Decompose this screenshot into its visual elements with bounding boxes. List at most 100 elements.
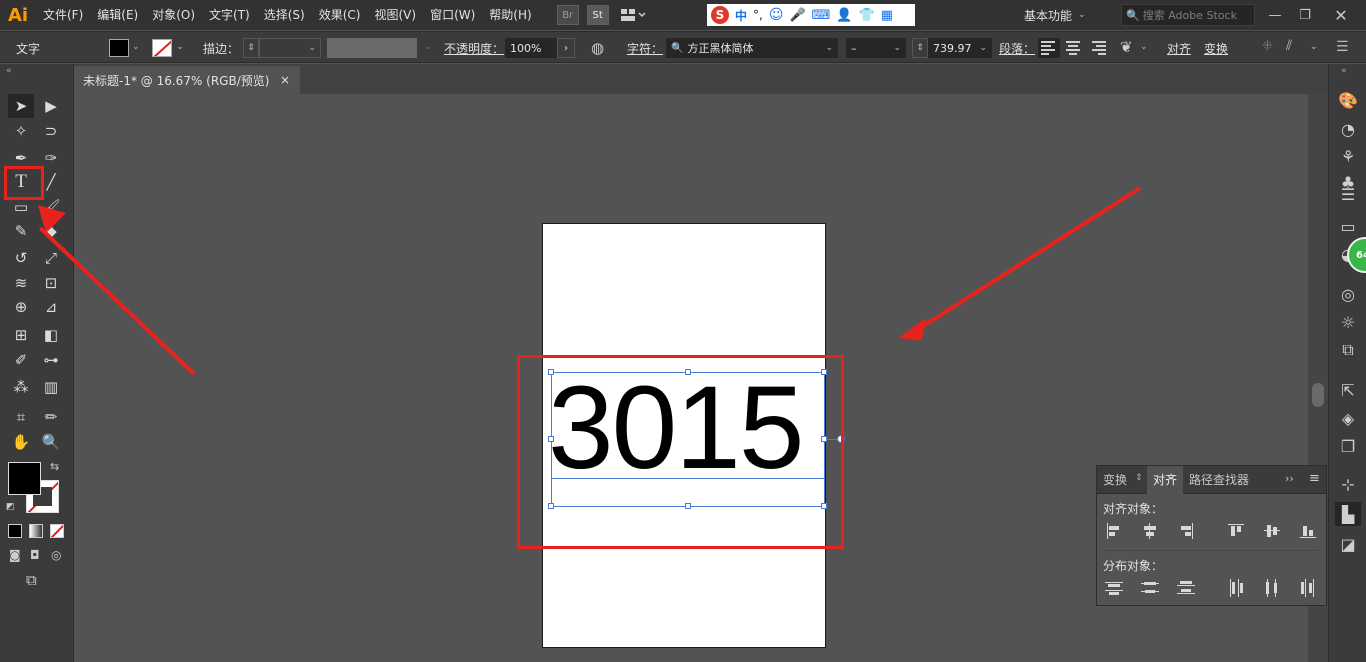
free-transform-tool-icon[interactable]: ⊡ <box>38 271 64 295</box>
gradient-panel-icon[interactable]: ▭ <box>1335 214 1361 238</box>
perspective-grid-tool-icon[interactable]: ⊿ <box>38 295 64 319</box>
selection-tool-icon[interactable]: ➤ <box>8 94 34 118</box>
align-right-edges-icon[interactable] <box>1177 522 1195 540</box>
tab-align[interactable]: 对齐 <box>1147 466 1184 494</box>
expand-panels-icon[interactable]: « <box>1341 66 1347 76</box>
arrange-documents-icon[interactable] <box>617 5 651 25</box>
fill-color-box[interactable] <box>8 462 41 495</box>
document-tab[interactable]: 未标题-1* @ 16.67% (RGB/预览) × <box>74 66 300 94</box>
font-style-select[interactable]: – ⌄ <box>846 38 906 58</box>
align-center-button[interactable] <box>1062 38 1084 58</box>
ime-mode[interactable]: 中 <box>735 7 747 24</box>
align-panel-icon[interactable]: ▙ <box>1335 502 1361 526</box>
color-panel-icon[interactable]: 🎨 <box>1335 88 1361 112</box>
menu-view[interactable]: 视图(V) <box>367 0 423 30</box>
menu-object[interactable]: 对象(O) <box>145 0 202 30</box>
restore-button[interactable]: ❐ <box>1290 0 1320 30</box>
transform-link[interactable]: 变换 <box>1204 40 1228 57</box>
shaper-tool-icon[interactable]: ✎ <box>8 219 34 243</box>
panel-menu-icon[interactable]: ☰ <box>1336 39 1349 55</box>
graphic-styles-icon[interactable]: ⧉ <box>1335 338 1361 362</box>
export-asset-icon[interactable]: ⇱ <box>1335 378 1361 402</box>
opacity-expand-button[interactable]: › <box>557 38 575 58</box>
variable-width-profile[interactable] <box>327 38 417 58</box>
collapse-toolbar-icon[interactable]: « <box>6 66 12 76</box>
draw-normal-icon[interactable]: ◙ <box>9 548 21 562</box>
gradient-mode-icon[interactable] <box>29 524 43 538</box>
stroke-panel-icon[interactable]: ☰ <box>1335 182 1361 206</box>
minimize-button[interactable]: — <box>1260 0 1290 30</box>
default-colors-icon[interactable]: ◩ <box>6 502 15 512</box>
creative-cloud-icon[interactable]: ◎ <box>1335 282 1361 306</box>
symbol-sprayer-tool-icon[interactable]: ⁂ <box>8 375 34 399</box>
fill-chevron-icon[interactable]: ⌄ <box>132 42 140 52</box>
microphone-icon[interactable]: 🎤 <box>789 8 805 23</box>
distribute-vertical-centers-icon[interactable] <box>1141 579 1159 597</box>
slice-tool-icon[interactable]: ✏ <box>38 405 64 429</box>
opacity-label[interactable]: 不透明度： <box>444 40 504 57</box>
color-guide-icon[interactable]: ◔ <box>1335 117 1361 141</box>
tab-pathfinder[interactable]: 路径查找器 <box>1183 466 1255 494</box>
pathfinder-panel-icon[interactable]: ◪ <box>1335 532 1361 556</box>
layers-panel-icon[interactable]: ◈ <box>1335 406 1361 430</box>
menu-file[interactable]: 文件(F) <box>36 0 90 30</box>
arrange-icon[interactable]: ⫽ <box>1286 38 1292 54</box>
color-mode-icon[interactable] <box>8 524 22 538</box>
stroke-weight-field[interactable]: ⌄ <box>259 38 321 58</box>
workspace-switcher[interactable]: 基本功能 ⌄ <box>1024 0 1086 30</box>
isolate-icon[interactable]: ⁜ <box>1262 39 1273 54</box>
font-size-stepper[interactable]: ⇕ <box>912 38 928 58</box>
stock-button[interactable]: St <box>586 5 609 25</box>
align-vertical-centers-icon[interactable] <box>1263 522 1281 540</box>
distribute-horizontal-centers-icon[interactable] <box>1263 579 1281 597</box>
keyboard-icon[interactable]: ⌨ <box>812 8 831 23</box>
ime-toolbar[interactable]: S 中 °, ☺ 🎤 ⌨ 👤 👕 ▦ <box>707 4 915 26</box>
align-right-button[interactable] <box>1087 38 1109 58</box>
align-bottom-edges-icon[interactable] <box>1299 522 1317 540</box>
distribute-top-icon[interactable] <box>1105 579 1123 597</box>
align-top-edges-icon[interactable] <box>1227 522 1245 540</box>
align-link[interactable]: 对齐 <box>1167 40 1191 57</box>
panel-menu-icon[interactable]: ≡ <box>1309 471 1320 486</box>
shape-builder-tool-icon[interactable]: ⊕ <box>8 295 34 319</box>
menu-edit[interactable]: 编辑(E) <box>90 0 145 30</box>
skin-icon[interactable]: 👕 <box>859 8 875 23</box>
artboards-panel-icon[interactable]: ❐ <box>1335 434 1361 458</box>
hand-tool-icon[interactable]: ✋ <box>8 430 34 454</box>
character-label[interactable]: 字符： <box>627 40 663 57</box>
user-icon[interactable]: 👤 <box>836 8 852 23</box>
align-horizontal-centers-icon[interactable] <box>1141 522 1159 540</box>
zoom-tool-icon[interactable]: 🔍 <box>38 430 64 454</box>
text-options-chevron-icon[interactable]: ⌄ <box>1140 42 1148 52</box>
text-options-icon[interactable]: ❦ <box>1120 38 1133 56</box>
paragraph-label[interactable]: 段落： <box>999 40 1035 57</box>
rotate-tool-icon[interactable]: ↺ <box>8 246 34 270</box>
column-graph-tool-icon[interactable]: ▥ <box>38 375 64 399</box>
eyedropper-tool-icon[interactable]: ✐ <box>8 348 34 372</box>
scrollbar-thumb[interactable] <box>1312 383 1324 407</box>
close-window-button[interactable]: ✕ <box>1326 0 1356 30</box>
screen-mode-icon[interactable]: ⧉ <box>26 571 37 589</box>
appearance-panel-icon[interactable]: ☼ <box>1335 310 1361 334</box>
close-tab-icon[interactable]: × <box>280 73 290 87</box>
transform-panel-icon[interactable]: ⊹ <box>1335 472 1361 496</box>
menu-select[interactable]: 选择(S) <box>257 0 312 30</box>
menu-type[interactable]: 文字(T) <box>202 0 257 30</box>
bridge-button[interactable]: Br <box>556 5 579 25</box>
opacity-field[interactable]: 100% <box>505 38 557 58</box>
distribute-bottom-icon[interactable] <box>1177 579 1195 597</box>
fill-color-swatch[interactable] <box>109 39 129 57</box>
arrange-chevron-icon[interactable]: ⌄ <box>1310 42 1318 52</box>
swap-colors-icon[interactable]: ⇆ <box>50 460 59 473</box>
artboard-tool-icon[interactable]: ⌗ <box>8 405 34 429</box>
stroke-color-swatch[interactable] <box>152 39 172 57</box>
tab-stepper-icon[interactable]: ⇕ <box>1135 473 1143 483</box>
menu-window[interactable]: 窗口(W) <box>423 0 482 30</box>
recolor-artwork-icon[interactable]: ◍ <box>591 39 604 57</box>
align-left-button[interactable] <box>1038 38 1060 58</box>
stroke-chevron-icon[interactable]: ⌄ <box>176 42 184 52</box>
emoji-icon[interactable]: ☺ <box>769 7 784 23</box>
magic-wand-tool-icon[interactable]: ✧ <box>8 119 34 143</box>
panel-expand-icon[interactable]: ›› <box>1285 472 1294 485</box>
font-size-field[interactable]: 739.97 ⌄ <box>928 38 992 58</box>
